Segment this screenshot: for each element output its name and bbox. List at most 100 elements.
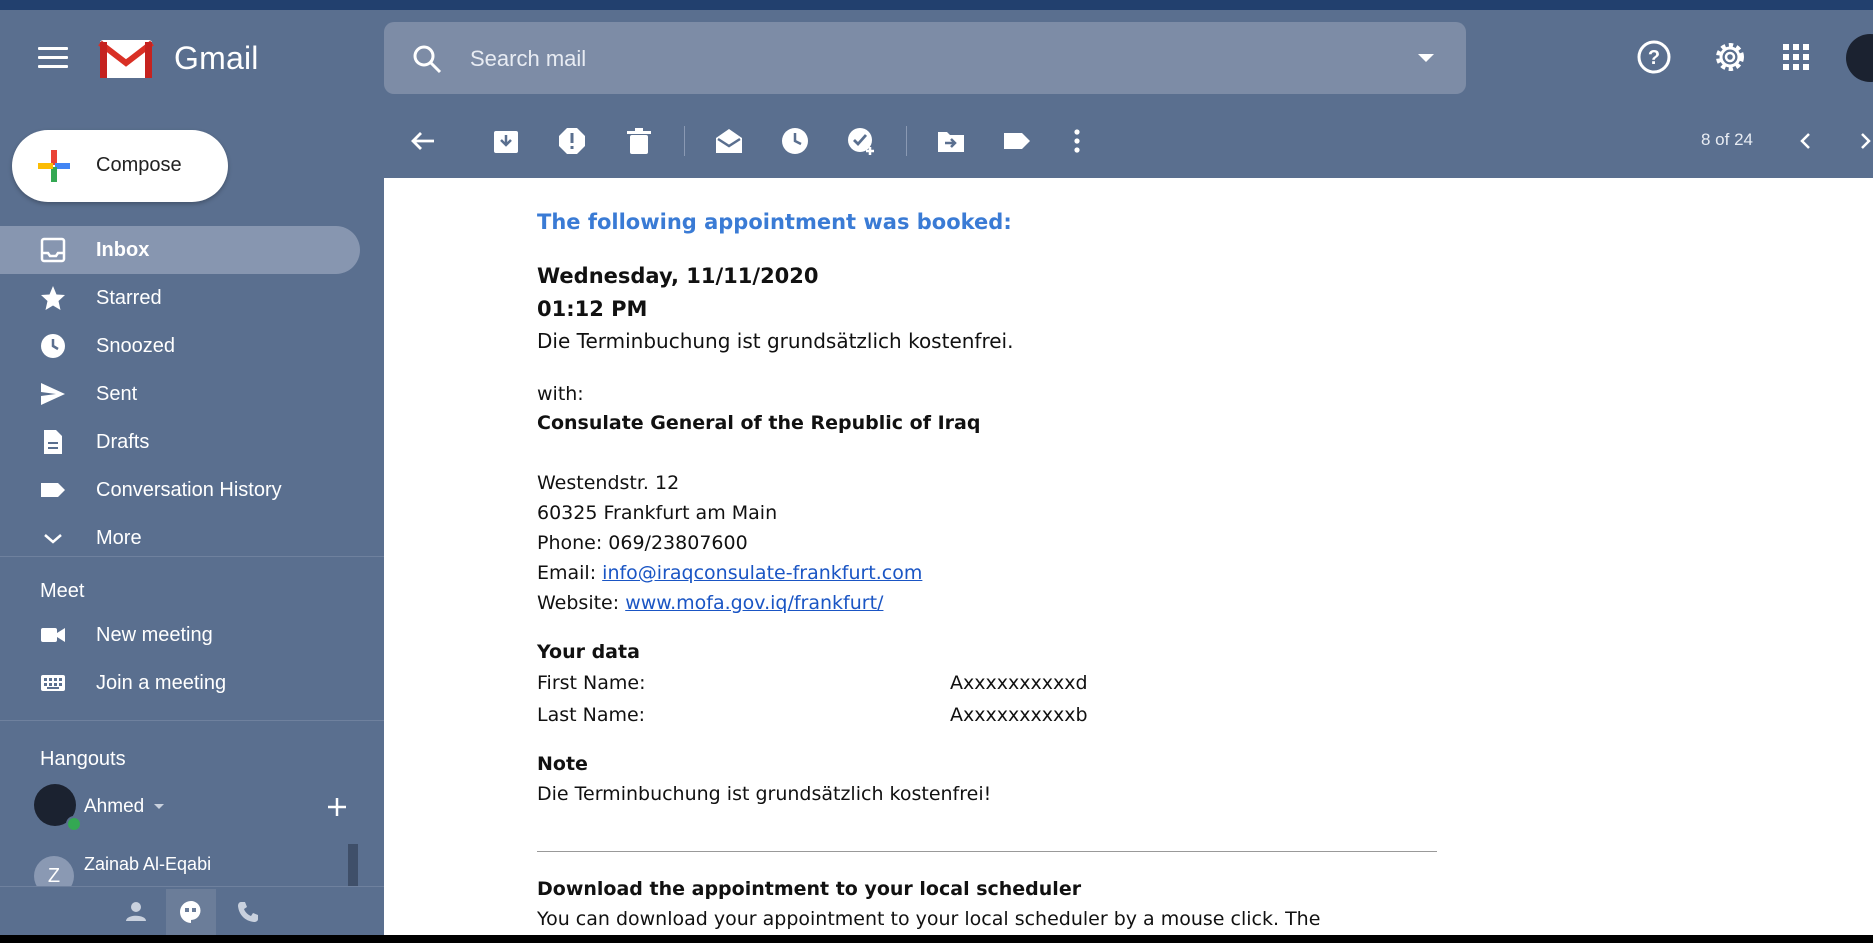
main-menu-button[interactable]	[38, 47, 68, 69]
appointment-heading: The following appointment was booked:	[537, 210, 1012, 234]
move-to-folder-icon[interactable]	[936, 126, 966, 156]
compose-button[interactable]: Compose	[12, 130, 228, 202]
with-label: with:	[537, 383, 584, 405]
first-name-value: Axxxxxxxxxxd	[950, 672, 1088, 694]
sidebar-item-inbox[interactable]: Inbox	[0, 226, 360, 274]
sidebar-item-sent[interactable]: Sent	[0, 370, 360, 418]
message-body: The following appointment was booked: We…	[384, 178, 1873, 935]
chevron-left-icon[interactable]	[1791, 126, 1821, 156]
clock-icon	[41, 334, 65, 358]
video-camera-icon	[41, 628, 65, 642]
sidebar-item-starred[interactable]: Starred	[0, 274, 360, 322]
more-vertical-icon[interactable]	[1062, 126, 1092, 156]
chevron-right-icon[interactable]	[1850, 126, 1873, 156]
app-name: Gmail	[174, 40, 259, 76]
settings-gear-icon[interactable]	[1711, 38, 1749, 76]
first-name-label: First Name:	[537, 672, 646, 694]
mark-unread-icon[interactable]	[714, 126, 744, 156]
keyboard-icon	[41, 675, 65, 691]
consulate-email-link[interactable]: info@iraqconsulate-frankfurt.com	[602, 562, 922, 584]
menu-bar-icon	[38, 56, 68, 59]
appointment-date: Wednesday, 11/11/2020	[537, 264, 819, 288]
address-street: Westendstr. 12	[537, 472, 680, 494]
sidebar: Compose Inbox Starred Snoozed Sent Draft…	[0, 104, 384, 935]
download-title: Download the appointment to your local s…	[537, 878, 1082, 900]
your-data-title: Your data	[537, 641, 640, 663]
sidebar-item-label: Starred	[96, 287, 162, 309]
hangouts-user-name: Ahmed	[84, 796, 145, 817]
sidebar-item-snoozed[interactable]: Snoozed	[0, 322, 360, 370]
search-input[interactable]	[468, 40, 1332, 78]
email-label: Email:	[537, 562, 597, 584]
pagination-count: 8 of 24	[1701, 130, 1753, 149]
account-avatar[interactable]	[1846, 34, 1873, 82]
sidebar-item-label: Sent	[96, 383, 138, 405]
address-city: 60325 Frankfurt am Main	[537, 502, 778, 524]
sidebar-item-label: Drafts	[96, 431, 150, 453]
hangouts-bottom-bar	[0, 886, 384, 935]
sidebar-item-more[interactable]: More	[0, 514, 360, 562]
help-icon[interactable]: ?	[1635, 38, 1673, 76]
message-toolbar: 8 of 24	[384, 104, 1873, 178]
sidebar-item-label: Conversation History	[96, 479, 282, 501]
inbox-icon	[40, 237, 66, 263]
search-bar[interactable]	[384, 22, 1466, 94]
hangouts-tab-active[interactable]	[166, 889, 216, 935]
snooze-clock-icon[interactable]	[780, 126, 810, 156]
sidebar-divider	[0, 556, 384, 557]
search-icon[interactable]	[412, 44, 442, 74]
browser-top-strip	[0, 0, 1873, 10]
new-meeting-label: New meeting	[96, 624, 213, 646]
join-meeting-button[interactable]: Join a meeting	[0, 659, 360, 707]
compose-plus-icon	[38, 150, 70, 182]
phone-icon[interactable]	[236, 900, 260, 924]
hangouts-scrollbar[interactable]	[348, 844, 358, 886]
sidebar-item-label: Inbox	[96, 239, 150, 261]
website-line: Website: www.mofa.gov.iq/frankfurt/	[537, 592, 883, 614]
chevron-down-icon	[44, 534, 62, 544]
sidebar-item-drafts[interactable]: Drafts	[0, 418, 360, 466]
contact-avatar: Z	[34, 856, 74, 886]
label-icon[interactable]	[1002, 126, 1032, 156]
download-text: You can download your appointment to you…	[537, 908, 1321, 930]
delete-trash-icon[interactable]	[624, 126, 654, 156]
meet-section-title: Meet	[40, 580, 85, 602]
online-status-dot	[66, 816, 82, 832]
report-spam-icon[interactable]	[557, 126, 587, 156]
sidebar-item-label: More	[96, 527, 142, 549]
contact-name: Zainab Al-Eqabi	[84, 854, 212, 874]
header: Gmail ?	[0, 10, 1873, 104]
gmail-logo-icon[interactable]	[98, 36, 154, 80]
svg-text:?: ?	[1648, 47, 1660, 69]
hangouts-section-title: Hangouts	[40, 748, 126, 770]
email-line: Email: info@iraqconsulate-frankfurt.com	[537, 562, 922, 584]
menu-bar-icon	[38, 47, 68, 50]
content-divider	[537, 851, 1437, 852]
add-to-tasks-icon[interactable]	[846, 126, 876, 156]
gmail-app: Gmail ?	[0, 0, 1873, 935]
add-contact-plus-icon[interactable]	[326, 796, 348, 818]
status-dropdown-icon[interactable]	[154, 804, 164, 809]
hangouts-contact-row[interactable]: Z Zainab Al-Eqabi	[34, 844, 360, 886]
sidebar-item-conversation-history[interactable]: Conversation History	[0, 466, 360, 514]
toolbar-separator	[906, 126, 907, 156]
appointment-time: 01:12 PM	[537, 297, 648, 321]
toolbar-separator	[684, 126, 685, 156]
menu-bar-icon	[38, 65, 68, 68]
hangouts-quote-icon	[180, 901, 201, 923]
sidebar-item-label: Snoozed	[96, 335, 175, 357]
send-icon	[41, 383, 65, 405]
back-arrow-icon[interactable]	[408, 126, 438, 156]
phone-line: Phone: 069/23807600	[537, 532, 748, 554]
person-icon[interactable]	[125, 900, 147, 922]
hangouts-user-row[interactable]: Ahmed	[34, 784, 364, 832]
archive-icon[interactable]	[491, 126, 521, 156]
new-meeting-button[interactable]: New meeting	[0, 611, 360, 659]
label-icon	[41, 483, 65, 497]
last-name-label: Last Name:	[537, 704, 646, 726]
fee-note: Die Terminbuchung ist grundsätzlich kost…	[537, 329, 1014, 353]
search-options-dropdown-icon[interactable]	[1418, 54, 1434, 62]
consulate-website-link[interactable]: www.mofa.gov.iq/frankfurt/	[625, 592, 883, 614]
apps-grid-icon[interactable]	[1777, 38, 1815, 76]
website-label: Website:	[537, 592, 620, 614]
